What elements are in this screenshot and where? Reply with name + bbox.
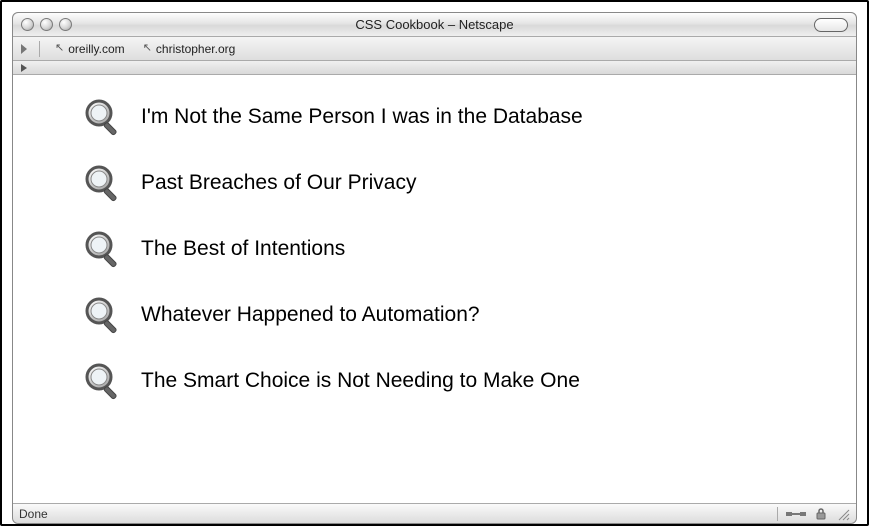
security-lock-icon[interactable] <box>814 507 828 521</box>
bookmark-label: oreilly.com <box>68 42 124 56</box>
toolbar-grip-icon[interactable] <box>21 44 27 54</box>
toolbar-toggle-button[interactable] <box>814 18 848 32</box>
list-item: I'm Not the Same Person I was in the Dat… <box>83 97 836 137</box>
magnifier-icon <box>83 295 123 335</box>
list-item-text: The Best of Intentions <box>141 237 345 261</box>
outer-frame: CSS Cookbook – Netscape ↖ oreilly.com ↖ … <box>0 0 869 526</box>
close-button[interactable] <box>21 18 34 31</box>
bookmark-label: christopher.org <box>156 42 235 56</box>
browser-window: CSS Cookbook – Netscape ↖ oreilly.com ↖ … <box>12 12 857 524</box>
bookmark-item-christopher[interactable]: ↖ christopher.org <box>136 39 243 59</box>
minimize-button[interactable] <box>40 18 53 31</box>
bookmark-icon: ↖ <box>143 41 152 54</box>
online-status-icon[interactable] <box>786 508 806 520</box>
list-item: The Best of Intentions <box>83 229 836 269</box>
zoom-button[interactable] <box>59 18 72 31</box>
list-item-text: Whatever Happened to Automation? <box>141 303 480 327</box>
bookmark-icon: ↖ <box>55 41 64 54</box>
list-item-text: The Smart Choice is Not Needing to Make … <box>141 369 580 393</box>
status-bar: Done <box>13 503 856 523</box>
bookmark-item-oreilly[interactable]: ↖ oreilly.com <box>48 39 132 59</box>
status-text: Done <box>19 507 48 521</box>
magnifier-icon <box>83 163 123 203</box>
triangle-right-icon <box>21 64 27 72</box>
resize-grip-icon[interactable] <box>836 507 850 521</box>
magnifier-icon <box>83 97 123 137</box>
status-divider <box>777 507 778 521</box>
list-item-text: I'm Not the Same Person I was in the Dat… <box>141 105 583 129</box>
list-item: Past Breaches of Our Privacy <box>83 163 836 203</box>
bookmarks-toolbar: ↖ oreilly.com ↖ christopher.org <box>13 37 856 61</box>
list-item-text: Past Breaches of Our Privacy <box>141 171 416 195</box>
titlebar[interactable]: CSS Cookbook – Netscape <box>13 13 856 37</box>
traffic-lights <box>21 18 72 31</box>
window-title: CSS Cookbook – Netscape <box>13 17 856 32</box>
page-content: I'm Not the Same Person I was in the Dat… <box>13 75 856 503</box>
magnifier-icon <box>83 229 123 269</box>
tab-strip-toggle[interactable] <box>13 61 856 75</box>
toolbar-separator <box>39 41 40 57</box>
list-item: The Smart Choice is Not Needing to Make … <box>83 361 836 401</box>
list-item: Whatever Happened to Automation? <box>83 295 836 335</box>
magnifier-icon <box>83 361 123 401</box>
bullet-list: I'm Not the Same Person I was in the Dat… <box>83 97 836 401</box>
